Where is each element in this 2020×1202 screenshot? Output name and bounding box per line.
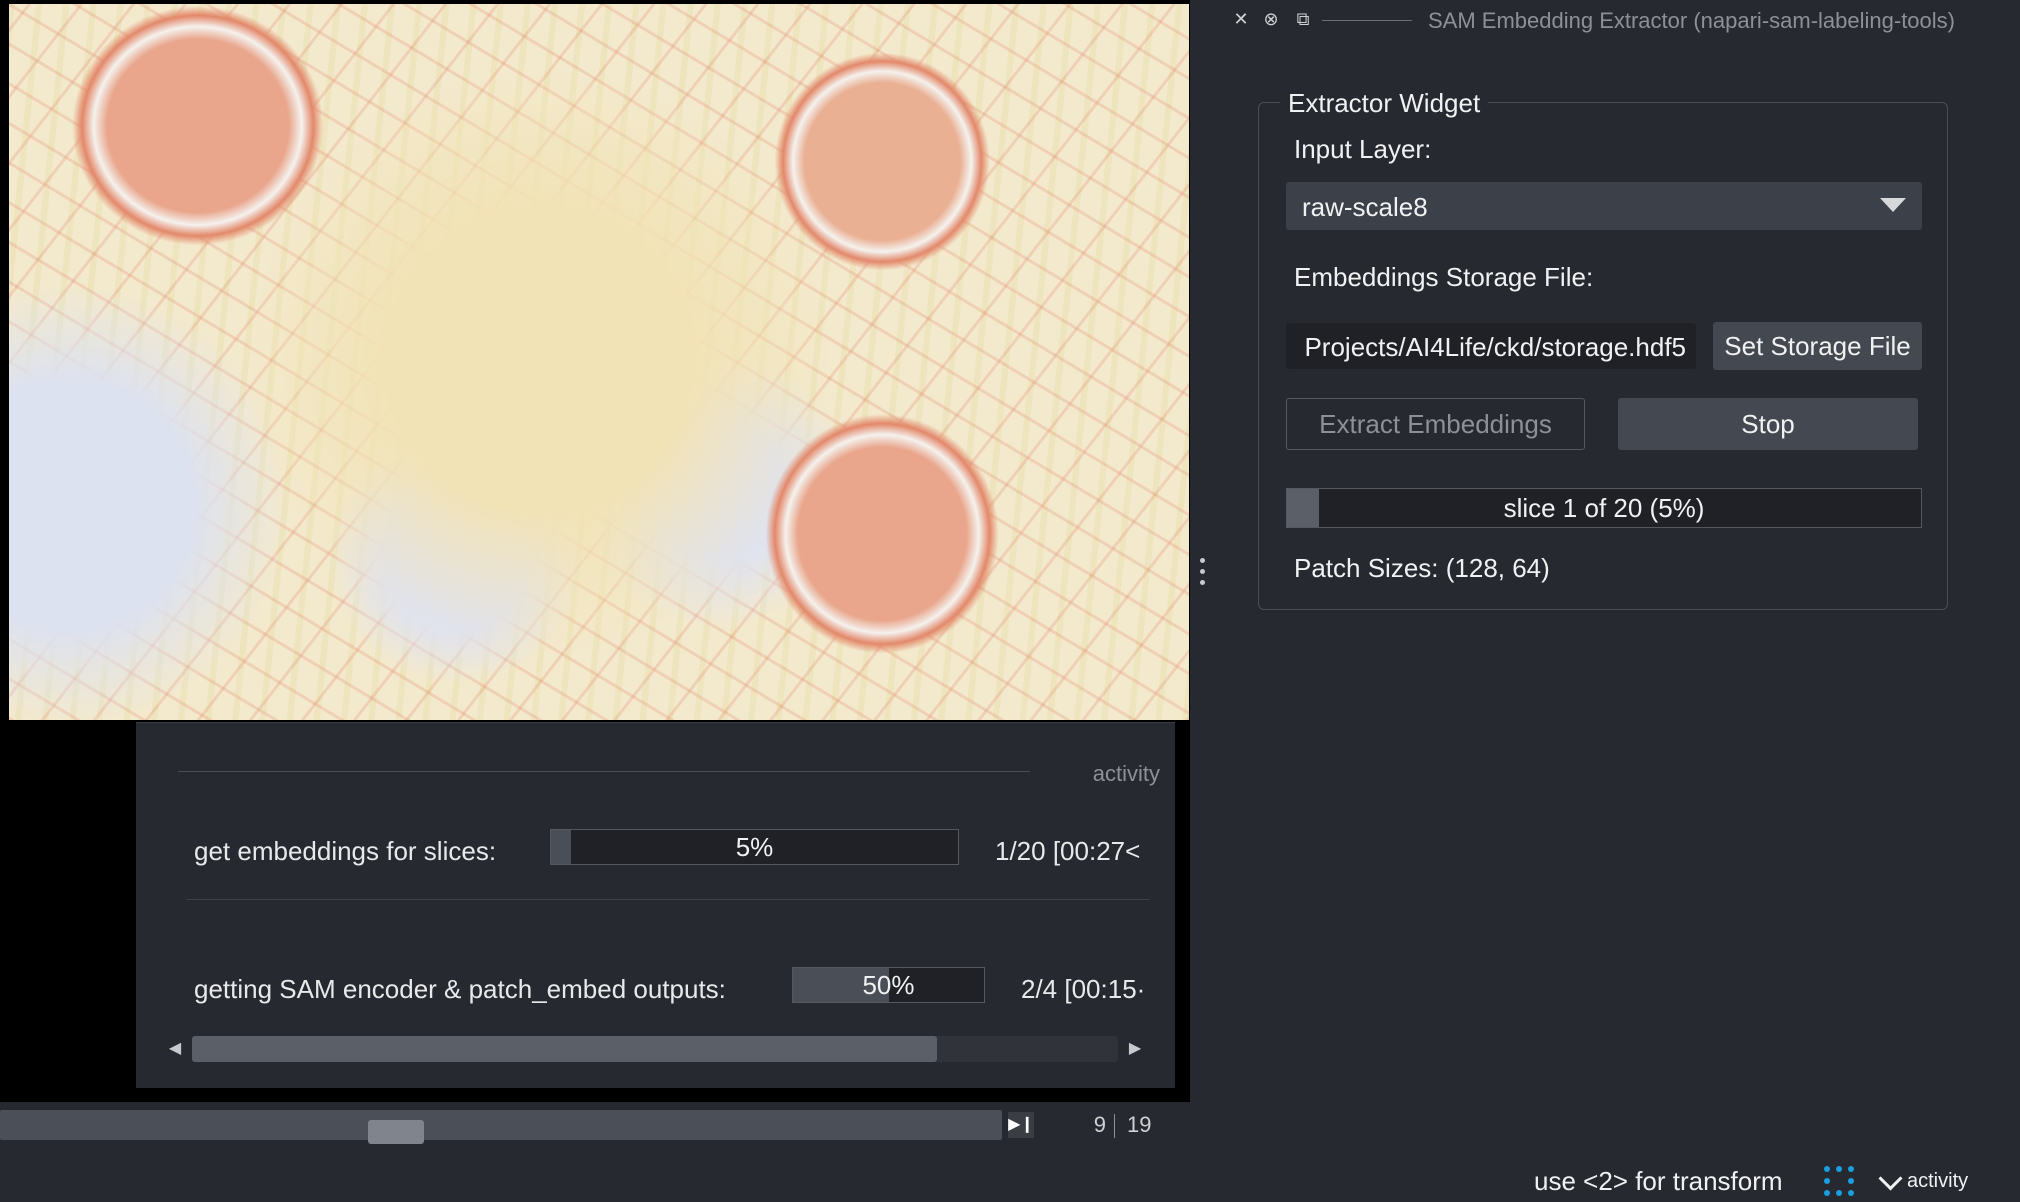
activity-panel: activity get embeddings for slices: 5% 1… — [136, 722, 1175, 1088]
stop-button[interactable]: Stop — [1618, 398, 1918, 450]
slice-progress-bar: slice 1 of 20 (5%) — [1286, 488, 1922, 528]
activity-indicator-icon[interactable] — [1824, 1166, 1858, 1200]
status-message: use <2> for transform — [1534, 1166, 1783, 1196]
activity-divider — [178, 771, 1030, 772]
task-label: getting SAM encoder & patch_embed output… — [194, 974, 726, 1004]
input-layer-value: raw-scale8 — [1302, 192, 1428, 222]
group-title: Extractor Widget — [1280, 88, 1489, 119]
dims-slider-handle[interactable] — [368, 1120, 424, 1144]
dims-divider — [1114, 1114, 1115, 1138]
activity-title: activity — [1092, 761, 1160, 786]
microscopy-image[interactable] — [9, 4, 1189, 720]
task-progress-text: 50% — [862, 970, 915, 1000]
dims-slider-bar: ▶❙ 9 19 — [0, 1104, 1190, 1144]
input-layer-select[interactable]: raw-scale8 — [1286, 182, 1922, 230]
dock-splitter-handle-icon[interactable] — [1200, 558, 1208, 594]
scroll-right-icon[interactable]: ▶ — [1122, 1036, 1148, 1062]
task-label: get embeddings for slices: — [194, 836, 497, 866]
patch-sizes-label: Patch Sizes: (128, 64) — [1294, 553, 1550, 583]
restore-icon[interactable]: ⧉ — [1292, 8, 1314, 30]
float-icon[interactable]: ⊗ — [1260, 8, 1282, 30]
slice-progress-text: slice 1 of 20 (5%) — [1503, 493, 1705, 523]
task-progress-bar: 5% — [550, 829, 959, 865]
play-step-icon[interactable]: ▶❙ — [1008, 1112, 1034, 1138]
activity-toggle-label: activity — [1907, 1170, 1969, 1192]
dock-titlebar: ✕ ⊗ ⧉ SAM Embedding Extractor (napari-sa… — [1230, 6, 2010, 36]
scroll-thumb[interactable] — [192, 1036, 937, 1062]
task-progress-text: 5% — [735, 832, 774, 862]
dims-current-index[interactable]: 9 — [1072, 1112, 1106, 1138]
task-separator — [186, 899, 1150, 900]
activity-toggle-button[interactable]: activity — [1878, 1166, 1969, 1193]
chevron-down-icon — [1878, 1166, 1903, 1191]
scroll-track[interactable] — [192, 1036, 1118, 1062]
storage-path-value: Projects/AI4Life/ckd/storage.hdf5 — [1304, 332, 1686, 362]
activity-header: activity — [178, 761, 1160, 786]
input-layer-label: Input Layer: — [1294, 134, 1432, 164]
dock-title: SAM Embedding Extractor (napari-sam-labe… — [1428, 8, 1955, 33]
task-detail: 1/20 [00:27< — [995, 836, 1141, 866]
storage-file-label: Embeddings Storage File: — [1294, 262, 1594, 292]
dims-slider-track[interactable] — [0, 1110, 1002, 1144]
set-storage-file-button[interactable]: Set Storage File — [1713, 322, 1922, 370]
task-detail: 2/4 [00:15· — [1021, 974, 1146, 1004]
scroll-left-icon[interactable]: ◀ — [162, 1036, 188, 1062]
activity-horizontal-scrollbar[interactable]: ◀ ▶ — [162, 1036, 1148, 1062]
chevron-down-icon — [1880, 198, 1906, 212]
storage-path-field[interactable]: Projects/AI4Life/ckd/storage.hdf5 — [1286, 323, 1696, 369]
dims-total: 19 — [1127, 1112, 1152, 1137]
close-icon[interactable]: ✕ — [1230, 8, 1252, 30]
titlebar-divider — [1322, 20, 1412, 21]
task-progress-bar: 50% — [792, 967, 985, 1003]
extract-embeddings-button[interactable]: Extract Embeddings — [1286, 398, 1585, 450]
